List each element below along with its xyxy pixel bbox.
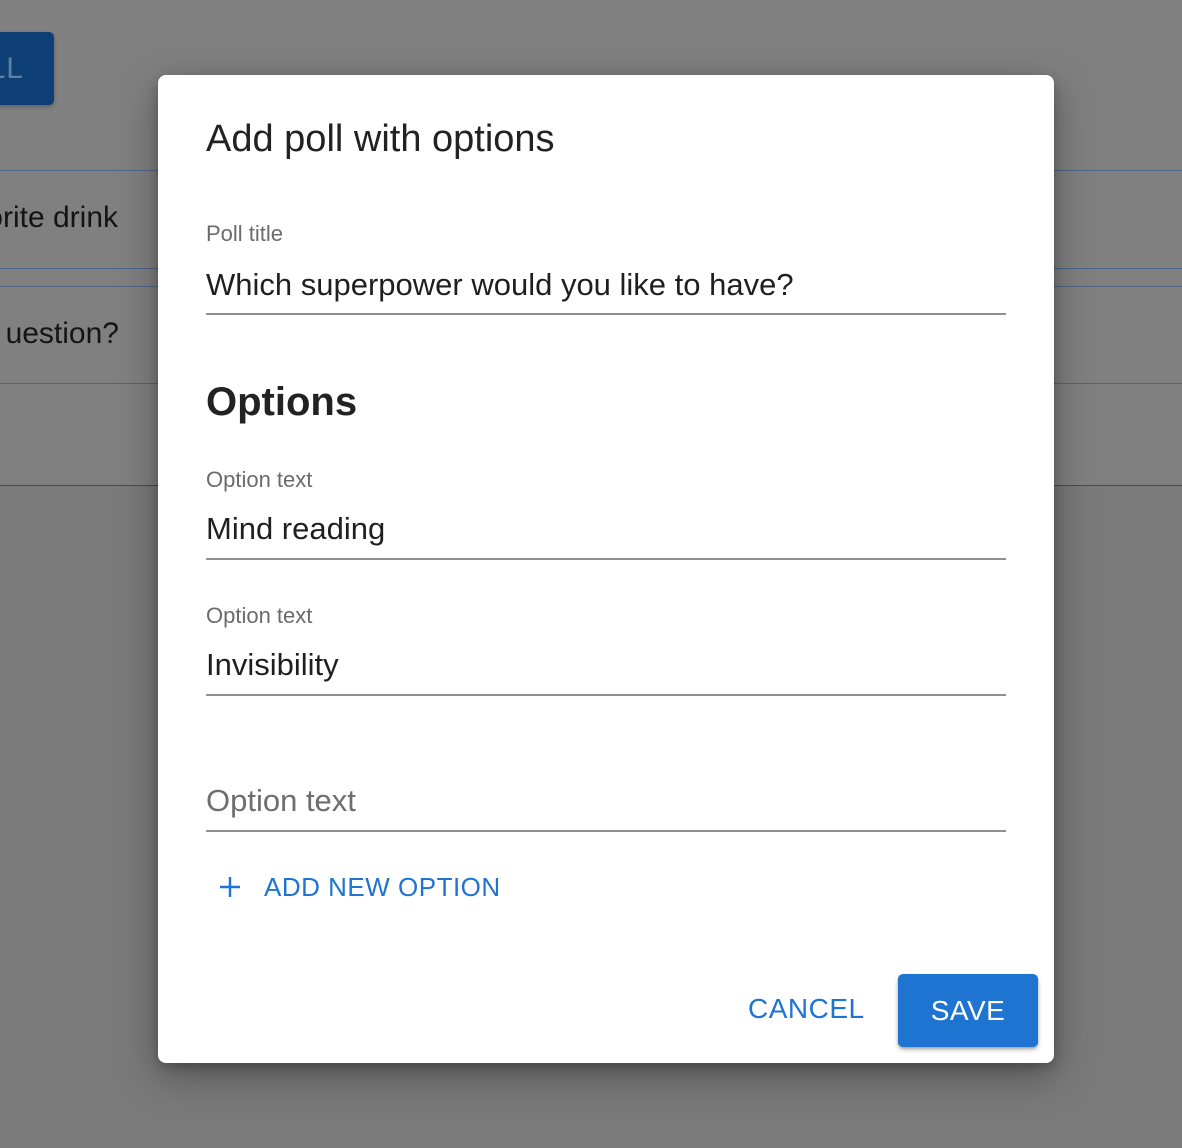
option-underline bbox=[206, 830, 1006, 832]
save-button[interactable]: SAVE bbox=[898, 974, 1038, 1047]
add-poll-dialog: Add poll with options Poll title Options… bbox=[158, 75, 1054, 1063]
option-underline bbox=[206, 694, 1006, 696]
add-new-option-button[interactable]: ADD NEW OPTION bbox=[206, 865, 513, 909]
option-label: Option text bbox=[206, 603, 313, 628]
poll-title-label: Poll title bbox=[206, 221, 284, 246]
option-field-3 bbox=[206, 739, 1006, 833]
options-heading: Options bbox=[206, 380, 358, 424]
option-field-2: Option text bbox=[206, 603, 1006, 697]
option-label: Option text bbox=[206, 467, 313, 492]
option-input-1[interactable] bbox=[206, 509, 1006, 549]
background-add-poll-button-label: LL bbox=[0, 52, 24, 85]
option-field-1: Option text bbox=[206, 467, 1006, 561]
option-input-2[interactable] bbox=[206, 645, 1006, 685]
background-list-item-text: avorite drink bbox=[0, 201, 118, 234]
poll-title-underline bbox=[206, 313, 1006, 315]
dialog-title: Add poll with options bbox=[206, 118, 555, 160]
option-underline bbox=[206, 558, 1006, 560]
background-list-item-text: uestion? bbox=[5, 317, 119, 350]
background-add-poll-button: LL bbox=[0, 32, 54, 105]
plus-icon bbox=[218, 875, 242, 899]
option-input-3[interactable] bbox=[206, 781, 1006, 821]
cancel-button[interactable]: CANCEL bbox=[734, 981, 879, 1037]
poll-title-field: Poll title bbox=[206, 221, 1006, 315]
add-new-option-label: ADD NEW OPTION bbox=[264, 871, 501, 902]
poll-title-input[interactable] bbox=[206, 265, 1006, 305]
